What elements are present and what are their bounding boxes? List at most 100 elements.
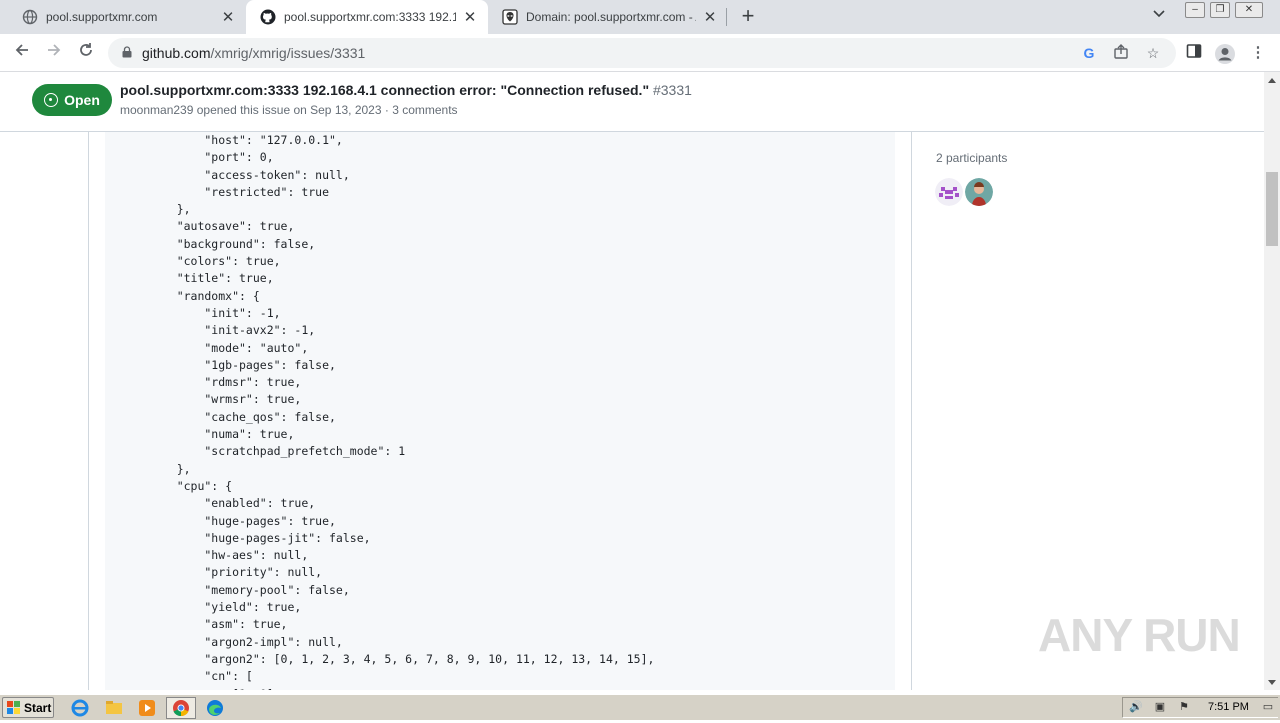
url-path: /xmrig/xmrig/issues/3331: [210, 45, 366, 61]
windows-logo-icon: [7, 700, 20, 714]
code-line: "access-token": null,: [149, 167, 350, 182]
scroll-up-arrow-icon[interactable]: [1268, 78, 1276, 83]
code-line: "cn": [: [149, 669, 253, 684]
code-line: },: [149, 202, 191, 217]
code-line: "autosave": true,: [149, 219, 295, 234]
tab-pool-supportxmr[interactable]: pool.supportxmr.com ✕: [8, 0, 246, 34]
code-line: "argon2-impl": null,: [149, 634, 343, 649]
system-tray: [1122, 697, 1278, 718]
url-domain: github.com: [142, 45, 211, 61]
github-issue-page: Open pool.supportxmr.com:3333 192.168.4.…: [0, 72, 1280, 690]
code-content: "host": "127.0.0.1", "port": 0, "access-…: [149, 132, 655, 691]
sidebar-border: [911, 132, 912, 690]
code-line: "restricted": true: [149, 184, 330, 199]
show-desktop-icon[interactable]: ▭: [1260, 700, 1276, 714]
code-line: "yield": true,: [149, 600, 302, 615]
close-tab-icon[interactable]: ✕: [220, 8, 236, 26]
code-line: "priority": null,: [149, 565, 323, 580]
network-icon[interactable]: ▣: [1152, 700, 1168, 714]
code-line: "asm": true,: [149, 617, 288, 632]
code-line: "init": -1,: [149, 305, 281, 320]
bookmark-star-icon[interactable]: ☆: [1144, 44, 1162, 62]
code-line: "wrmsr": true,: [149, 392, 302, 407]
lock-icon: [122, 46, 132, 58]
timeline-border: [88, 132, 89, 690]
code-line: "rdmsr": true,: [149, 375, 302, 390]
volume-icon[interactable]: 🔊: [1128, 700, 1144, 714]
code-line: "background": false,: [149, 236, 316, 251]
participant-avatar[interactable]: [935, 178, 963, 206]
scrollbar-thumb[interactable]: [1266, 172, 1278, 246]
new-tab-plus-icon[interactable]: +: [736, 4, 760, 30]
chrome-taskbar-button[interactable]: [166, 697, 196, 719]
tab-title: pool.supportxmr.com:3333 192.168: [284, 10, 456, 24]
code-line: "cache_qos": false,: [149, 409, 336, 424]
profile-avatar-icon[interactable]: [1214, 43, 1235, 64]
code-line: "mode": "auto",: [149, 340, 309, 355]
edge-icon[interactable]: [205, 698, 225, 718]
chrome-icon: [173, 700, 189, 717]
action-center-flag-icon[interactable]: ⚑: [1176, 700, 1192, 714]
issue-title: pool.supportxmr.com:3333 192.168.4.1 con…: [120, 82, 692, 98]
kebab-menu-icon[interactable]: ⋮: [1248, 43, 1268, 63]
code-line: "scratchpad_prefetch_mode": 1: [149, 444, 406, 459]
issue-title-text: pool.supportxmr.com:3333 192.168.4.1 con…: [120, 82, 650, 98]
start-button[interactable]: Start: [2, 697, 54, 718]
windows-taskbar: Start 🔊 ▣ ⚑ 7:51 PM ▭: [0, 694, 1280, 720]
tab-github-issue[interactable]: pool.supportxmr.com:3333 192.168 ✕: [246, 0, 488, 34]
taskbar-clock[interactable]: 7:51 PM: [1208, 701, 1249, 713]
participant-avatar[interactable]: [965, 178, 993, 206]
code-line: "argon2": [0, 1, 2, 3, 4, 5, 6, 7, 8, 9,…: [149, 651, 655, 666]
tab-separator: [726, 8, 727, 26]
media-player-icon[interactable]: [137, 698, 157, 718]
address-bar[interactable]: github.com/xmrig/xmrig/issues/3331 G ☆: [108, 38, 1176, 68]
issue-meta: moonman239 opened this issue on Sep 13, …: [120, 103, 458, 117]
code-line: "1gb-pages": false,: [149, 357, 336, 372]
tab-title: Domain: pool.supportxmr.com - Alien: [526, 10, 696, 24]
code-line: "hw-aes": null,: [149, 548, 309, 563]
code-line: "numa": true,: [149, 427, 295, 442]
code-line: "cpu": {: [149, 478, 233, 493]
reload-icon[interactable]: [74, 41, 98, 65]
code-line: "port": 0,: [149, 150, 274, 165]
code-line: "host": "127.0.0.1",: [149, 133, 343, 147]
issue-number: #3331: [652, 82, 692, 98]
file-explorer-icon[interactable]: [104, 698, 124, 718]
start-label: Start: [24, 700, 52, 715]
code-line: "init-avx2": -1,: [149, 323, 316, 338]
browser-tab-strip: pool.supportxmr.com ✕ pool.supportxmr.co…: [0, 0, 1280, 34]
internet-explorer-icon[interactable]: [70, 698, 90, 718]
forward-arrow-icon[interactable]: [42, 41, 66, 65]
chevron-down-icon[interactable]: [1152, 6, 1170, 26]
browser-toolbar: github.com/xmrig/xmrig/issues/3331 G ☆ ⋮: [0, 34, 1280, 72]
code-block[interactable]: "host": "127.0.0.1", "port": 0, "access-…: [105, 132, 895, 690]
restore-window-icon[interactable]: ❐: [1210, 2, 1230, 18]
issue-status-badge: Open: [32, 84, 112, 116]
code-line: "colors": true,: [149, 254, 281, 269]
code-line: [1, 0]: [149, 686, 654, 691]
sticky-issue-header: Open pool.supportxmr.com:3333 192.168.4.…: [0, 72, 1264, 132]
minimize-window-icon[interactable]: –: [1185, 2, 1205, 18]
globe-icon: [22, 9, 38, 25]
url-text[interactable]: github.com/xmrig/xmrig/issues/3331: [142, 45, 365, 61]
code-line: "randomx": {: [149, 288, 260, 303]
side-panel-icon[interactable]: [1184, 43, 1204, 63]
code-line: "enabled": true,: [149, 496, 316, 511]
page-scrollbar[interactable]: [1264, 72, 1280, 690]
google-icon[interactable]: G: [1080, 44, 1098, 62]
close-tab-icon[interactable]: ✕: [702, 8, 718, 26]
share-icon[interactable]: [1112, 44, 1130, 62]
close-window-icon[interactable]: ✕: [1235, 2, 1263, 18]
scroll-down-arrow-icon[interactable]: [1268, 680, 1276, 685]
code-line: "title": true,: [149, 271, 274, 286]
issue-status-label: Open: [64, 92, 100, 108]
back-arrow-icon[interactable]: [10, 41, 34, 65]
code-line: "huge-pages-jit": false,: [149, 530, 371, 545]
close-tab-icon[interactable]: ✕: [462, 8, 478, 26]
tab-alienvault-domain[interactable]: Domain: pool.supportxmr.com - Alien ✕: [488, 0, 728, 34]
alienvault-icon: [502, 9, 518, 25]
github-icon: [260, 9, 276, 25]
issue-opened-icon: [44, 93, 59, 107]
code-line: "memory-pool": false,: [149, 582, 350, 597]
code-line: "huge-pages": true,: [149, 513, 336, 528]
